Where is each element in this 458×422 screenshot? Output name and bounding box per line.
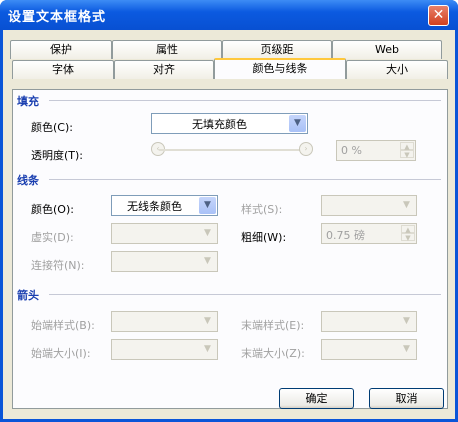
transparency-label: 透明度(T): bbox=[31, 149, 84, 162]
line-color-value: 无线条颜色 bbox=[127, 200, 182, 213]
chevron-down-icon[interactable]: ▼ bbox=[199, 197, 216, 214]
chevron-down-icon[interactable]: ▼ bbox=[289, 115, 306, 132]
fill-color-value: 无填充颜色 bbox=[192, 118, 247, 131]
arrows-section-title: 箭头 bbox=[17, 289, 39, 302]
cancel-button[interactable]: 取消 bbox=[369, 388, 444, 409]
end-style-dropdown[interactable]: ▼ bbox=[321, 311, 417, 332]
dialog-window: 设置文本框格式 ✕ 保护 属性 页级距 Web 字体 对齐 颜色与线条 大小 填… bbox=[0, 0, 458, 422]
tab-margins[interactable]: 页级距 bbox=[222, 40, 332, 59]
title-bar[interactable]: 设置文本框格式 ✕ bbox=[0, 0, 458, 30]
chevron-down-icon[interactable]: ▼ bbox=[199, 313, 216, 330]
chevron-down-icon[interactable]: ▼ bbox=[398, 313, 415, 330]
dialog-body: 保护 属性 页级距 Web 字体 对齐 颜色与线条 大小 填充 颜色(C): 无… bbox=[3, 30, 455, 419]
weight-label: 粗细(W): bbox=[241, 231, 287, 244]
dialog-title: 设置文本框格式 bbox=[8, 10, 107, 25]
connector-dropdown[interactable]: ▼ bbox=[111, 251, 218, 272]
arrows-divider bbox=[49, 294, 441, 295]
spin-down-icon[interactable]: ▼ bbox=[401, 233, 415, 242]
line-style-label: 样式(S): bbox=[241, 203, 283, 216]
chevron-down-icon[interactable]: ▼ bbox=[199, 225, 216, 242]
slider-right-icon[interactable]: › bbox=[299, 142, 313, 156]
end-size-dropdown[interactable]: ▼ bbox=[321, 339, 417, 360]
spin-up-icon[interactable]: ▲ bbox=[401, 225, 415, 234]
chevron-down-icon[interactable]: ▼ bbox=[398, 341, 415, 358]
close-button[interactable]: ✕ bbox=[428, 5, 449, 26]
transparency-slider[interactable]: ‹ › bbox=[151, 142, 313, 158]
begin-size-label: 始端大小(I): bbox=[31, 347, 91, 360]
chevron-down-icon[interactable]: ▼ bbox=[199, 341, 216, 358]
begin-style-label: 始端样式(B): bbox=[31, 319, 95, 332]
begin-size-dropdown[interactable]: ▼ bbox=[111, 339, 218, 360]
fill-color-dropdown[interactable]: 无填充颜色 ▼ bbox=[151, 113, 308, 134]
tab-font[interactable]: 字体 bbox=[12, 60, 114, 79]
tab-properties[interactable]: 属性 bbox=[112, 40, 222, 59]
line-color-label: 颜色(O): bbox=[31, 203, 74, 216]
weight-spinner[interactable]: 0.75 磅 ▲ ▼ bbox=[321, 223, 417, 244]
spin-down-icon[interactable]: ▼ bbox=[400, 150, 414, 159]
ok-button[interactable]: 确定 bbox=[279, 388, 354, 409]
spinner-buttons[interactable]: ▲ ▼ bbox=[400, 142, 414, 159]
fill-color-label: 颜色(C): bbox=[31, 121, 73, 134]
tab-panel: 填充 颜色(C): 无填充颜色 ▼ 透明度(T): ‹ › 0 % ▲ ▼ 线条… bbox=[12, 89, 448, 409]
line-style-dropdown[interactable]: ▼ bbox=[321, 195, 417, 216]
tab-alignment[interactable]: 对齐 bbox=[114, 60, 214, 79]
weight-value: 0.75 磅 bbox=[326, 229, 365, 242]
line-divider bbox=[49, 179, 441, 180]
dashed-label: 虚实(D): bbox=[31, 231, 74, 244]
dashed-dropdown[interactable]: ▼ bbox=[111, 223, 218, 244]
tab-protect[interactable]: 保护 bbox=[10, 40, 112, 59]
chevron-down-icon[interactable]: ▼ bbox=[199, 253, 216, 270]
fill-section-title: 填充 bbox=[17, 95, 39, 108]
begin-style-dropdown[interactable]: ▼ bbox=[111, 311, 218, 332]
line-section-title: 线条 bbox=[17, 174, 39, 187]
spin-up-icon[interactable]: ▲ bbox=[400, 142, 414, 151]
transparency-spinner[interactable]: 0 % ▲ ▼ bbox=[336, 140, 416, 161]
tab-colors-and-lines[interactable]: 颜色与线条 bbox=[214, 58, 346, 79]
chevron-down-icon[interactable]: ▼ bbox=[398, 197, 415, 214]
tab-size[interactable]: 大小 bbox=[346, 60, 448, 79]
line-color-dropdown[interactable]: 无线条颜色 ▼ bbox=[111, 195, 218, 216]
transparency-value: 0 % bbox=[341, 144, 362, 157]
connector-label: 连接符(N): bbox=[31, 259, 85, 272]
fill-divider bbox=[49, 100, 441, 101]
end-size-label: 末端大小(Z): bbox=[241, 347, 305, 360]
spinner-buttons[interactable]: ▲ ▼ bbox=[401, 225, 415, 242]
slider-track[interactable] bbox=[159, 149, 305, 151]
end-style-label: 末端样式(E): bbox=[241, 319, 305, 332]
tab-web[interactable]: Web bbox=[332, 40, 442, 59]
